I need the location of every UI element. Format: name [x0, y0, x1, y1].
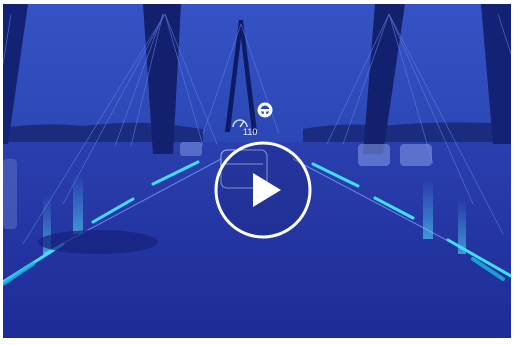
- video-player[interactable]: 110: [3, 4, 511, 338]
- play-button[interactable]: [213, 140, 313, 240]
- speed-readout: 110: [243, 127, 258, 137]
- steering-wheel-icon: [256, 101, 274, 124]
- play-icon: [214, 141, 312, 239]
